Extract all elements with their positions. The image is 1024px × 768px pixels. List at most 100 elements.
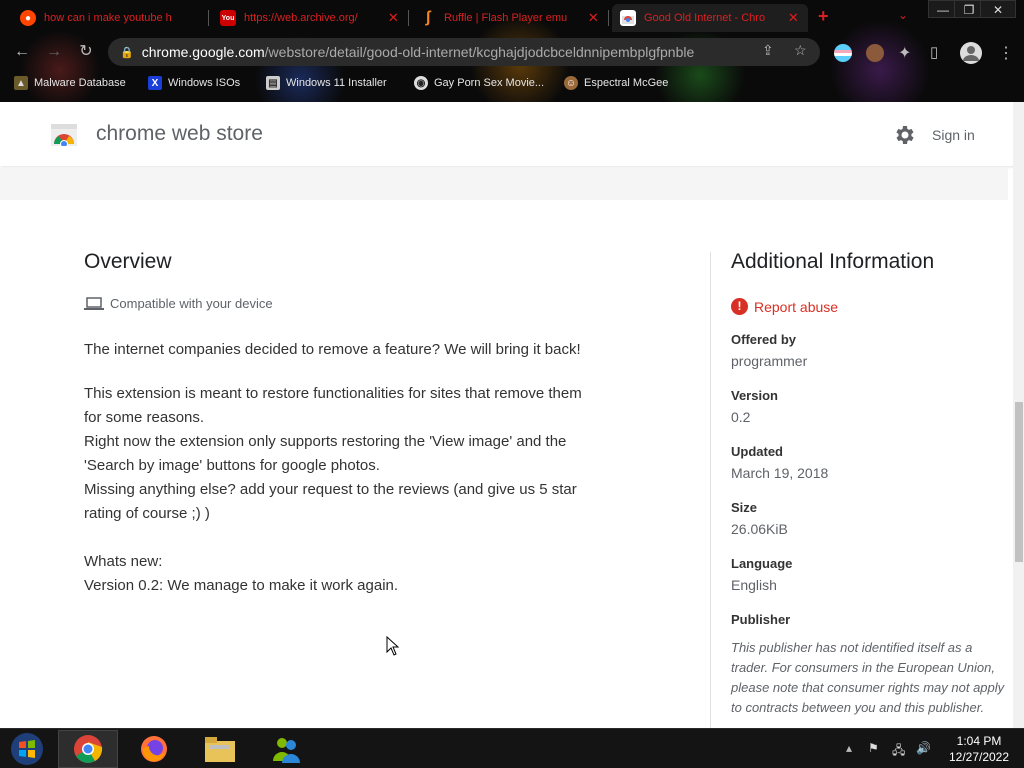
chrome-web-store-logo-icon[interactable] [51, 124, 77, 148]
info-value: 26.06KiB [731, 521, 788, 537]
tray-expand-icon[interactable]: ▴ [846, 741, 852, 755]
info-language: Language English [731, 556, 1011, 593]
url-text: chrome.google.com/webstore/detail/good-o… [142, 44, 742, 60]
description-paragraph: Whats new: Version 0.2: We manage to mak… [84, 553, 399, 594]
bookmark-windows-isos[interactable]: X Windows ISOs [148, 76, 240, 90]
overview-heading: Overview [84, 250, 172, 273]
start-button[interactable] [0, 730, 54, 768]
tab-ruffle[interactable]: ʃ Ruffle | Flash Player emu ✕ [412, 4, 608, 32]
alert-icon: ! [731, 298, 748, 315]
tab-reddit[interactable]: ● how can i make youtube h [12, 4, 208, 32]
compatibility-note: Compatible with your device [84, 296, 273, 311]
taskbar-file-explorer[interactable] [190, 730, 250, 768]
info-size: Size 26.06KiB [731, 500, 1011, 537]
info-label: Offered by [731, 332, 797, 347]
bookmark-label: Gay Porn Sex Movie... [434, 77, 545, 89]
extension-avatar-icon[interactable] [866, 44, 884, 62]
description-paragraph: This extension is meant to restore funct… [84, 385, 582, 522]
folder-icon: ▲ [14, 76, 28, 90]
laptop-icon [84, 296, 104, 310]
info-version: Version 0.2 [731, 388, 1011, 425]
report-abuse-link[interactable]: ! Report abuse [731, 298, 838, 315]
system-clock[interactable]: 1:04 PM 12/27/2022 [940, 733, 1018, 765]
info-publisher: Publisher [731, 612, 1011, 627]
info-value: programmer [731, 353, 808, 369]
bookmark-espectral-mcgee[interactable]: ☺ Espectral McGee [564, 76, 668, 90]
details-band [0, 168, 1008, 200]
tab-title: Good Old Internet - Chro [644, 12, 766, 24]
tab-divider [408, 10, 409, 26]
volume-icon[interactable]: 🔊 [916, 741, 931, 755]
windows-logo-icon [11, 733, 43, 765]
bookmark-star-icon[interactable]: ☆ [794, 42, 807, 59]
extensions-puzzle-icon[interactable]: ✦ [898, 43, 911, 63]
info-label: Size [731, 500, 758, 515]
close-tab-icon[interactable]: ✕ [787, 10, 800, 26]
additional-info-heading: Additional Information [731, 250, 935, 273]
messenger-people-icon [273, 738, 300, 763]
network-icon[interactable]: 🖧 [892, 741, 905, 762]
web-page: chrome web store Sign in Overview Compat… [0, 102, 1024, 728]
back-icon[interactable]: ← [12, 42, 32, 62]
extension-flag-icon[interactable] [834, 44, 852, 62]
menu-kebab-icon[interactable]: ⋮ [998, 43, 1014, 63]
windows-taskbar: ▴ ⚑ 🖧 🔊 1:04 PM 12/27/2022 [0, 728, 1024, 768]
info-value: 0.2 [731, 409, 751, 425]
side-panel-icon[interactable]: ▯ [930, 43, 938, 61]
info-value: English [731, 577, 777, 593]
share-icon[interactable]: ⇪ [762, 42, 774, 59]
bookmark-label: Espectral McGee [584, 77, 669, 89]
address-bar[interactable]: 🔒 chrome.google.com/webstore/detail/good… [108, 38, 820, 66]
avatar-icon: ☺ [564, 76, 578, 90]
bookmarks-bar: ▲ Malware Database X Windows ISOs ▤ Wind… [0, 72, 1024, 98]
page-icon: ▤ [266, 76, 280, 90]
bookmark-windows-11-installer[interactable]: ▤ Windows 11 Installer [266, 76, 387, 90]
tab-divider [208, 10, 209, 26]
url-path: /webstore/detail/good-old-internet/kcgha… [264, 44, 695, 60]
firefox-icon [141, 736, 167, 762]
profile-icon[interactable] [960, 42, 982, 64]
taskbar-messenger[interactable] [256, 730, 316, 768]
gear-icon[interactable] [892, 123, 916, 147]
info-label: Version [731, 388, 778, 403]
globe-icon: ◉ [414, 76, 428, 90]
overview-section: Overview Compatible with your device [84, 250, 644, 311]
info-label: Language [731, 556, 793, 571]
ruffle-icon: ʃ [425, 9, 431, 26]
chrome-icon [74, 735, 103, 763]
sign-in-link[interactable]: Sign in [932, 127, 975, 143]
bookmark-malware-database[interactable]: ▲ Malware Database [14, 76, 126, 90]
new-tab-icon[interactable]: + [818, 6, 829, 27]
tab-good-old-internet[interactable]: Good Old Internet - Chro ✕ [612, 4, 808, 32]
info-updated: Updated March 19, 2018 [731, 444, 1011, 481]
tab-title: https://web.archive.org/ [244, 12, 358, 24]
close-window-icon[interactable]: ✕ [980, 0, 1016, 18]
info-value: March 19, 2018 [731, 465, 829, 481]
reload-icon[interactable]: ↻ [76, 42, 96, 62]
youtube-icon: You [220, 10, 236, 26]
browser-window-frame: ● how can i make youtube h You https://w… [0, 0, 1024, 102]
tab-title: how can i make youtube h [44, 12, 172, 24]
forward-icon[interactable]: → [44, 42, 64, 62]
taskbar-firefox[interactable] [124, 730, 184, 768]
store-title[interactable]: chrome web store [96, 122, 263, 146]
clock-date: 12/27/2022 [948, 750, 1010, 764]
clock-time: 1:04 PM [956, 734, 1002, 748]
x-icon: X [148, 76, 162, 90]
tab-search-icon[interactable]: ⌄ [898, 8, 908, 22]
close-tab-icon[interactable]: ✕ [587, 10, 600, 26]
bookmark-label: Windows 11 Installer [286, 77, 387, 89]
info-offered-by: Offered by programmer [731, 332, 1011, 369]
lock-icon[interactable]: 🔒 [120, 46, 134, 59]
additional-info-section: Additional Information [731, 250, 1011, 274]
action-center-flag-icon[interactable]: ⚑ [868, 741, 879, 755]
info-label: Updated [731, 444, 783, 459]
tab-strip: ● how can i make youtube h You https://w… [0, 0, 1024, 34]
tab-web-archive[interactable]: You https://web.archive.org/ ✕ [212, 4, 408, 32]
taskbar-chrome[interactable] [58, 730, 118, 768]
bookmark-globe-site[interactable]: ◉ Gay Porn Sex Movie... [414, 76, 544, 90]
scrollbar-thumb[interactable] [1015, 402, 1023, 562]
webstore-icon [620, 10, 636, 26]
close-tab-icon[interactable]: ✕ [387, 10, 400, 26]
